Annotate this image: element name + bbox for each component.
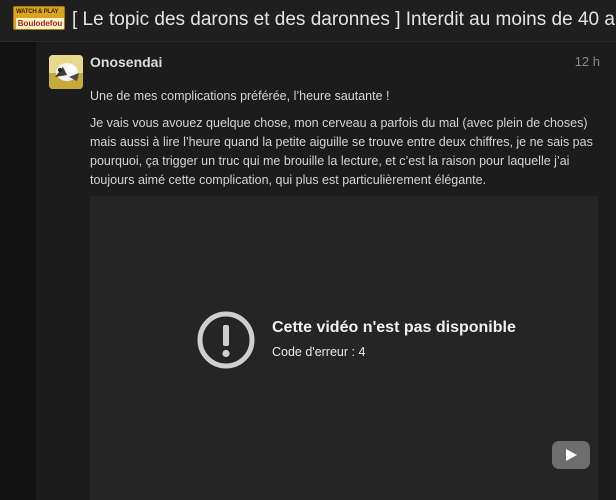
post-username[interactable]: Onosendai	[90, 53, 162, 71]
post-paragraph: Une de mes complications préférée, l’heu…	[90, 89, 390, 103]
site-logo[interactable]: WATCH & PLAY Boulodefou	[13, 6, 65, 30]
topic-title[interactable]: [ Le topic des darons et des daronnes ] …	[72, 7, 616, 33]
exclamation-circle-icon	[196, 310, 256, 370]
video-error-code: Code d'erreur : 4	[272, 345, 366, 359]
avatar[interactable]	[49, 55, 83, 89]
youtube-logo-icon[interactable]	[552, 441, 590, 469]
video-error-title: Cette vidéo n'est pas disponible	[272, 319, 516, 336]
post-paragraph: Je vais vous avouez quelque chose, mon c…	[90, 116, 593, 187]
logo-name: Boulodefou	[16, 18, 64, 29]
post-timestamp[interactable]: 12 h	[575, 54, 600, 70]
logo-tagline: WATCH & PLAY	[16, 9, 59, 15]
avatar-image	[49, 55, 83, 89]
topic-header: WATCH & PLAY Boulodefou [ Le topic des d…	[0, 0, 616, 42]
video-embed[interactable]: Cette vidéo n'est pas disponible Code d'…	[90, 196, 598, 500]
